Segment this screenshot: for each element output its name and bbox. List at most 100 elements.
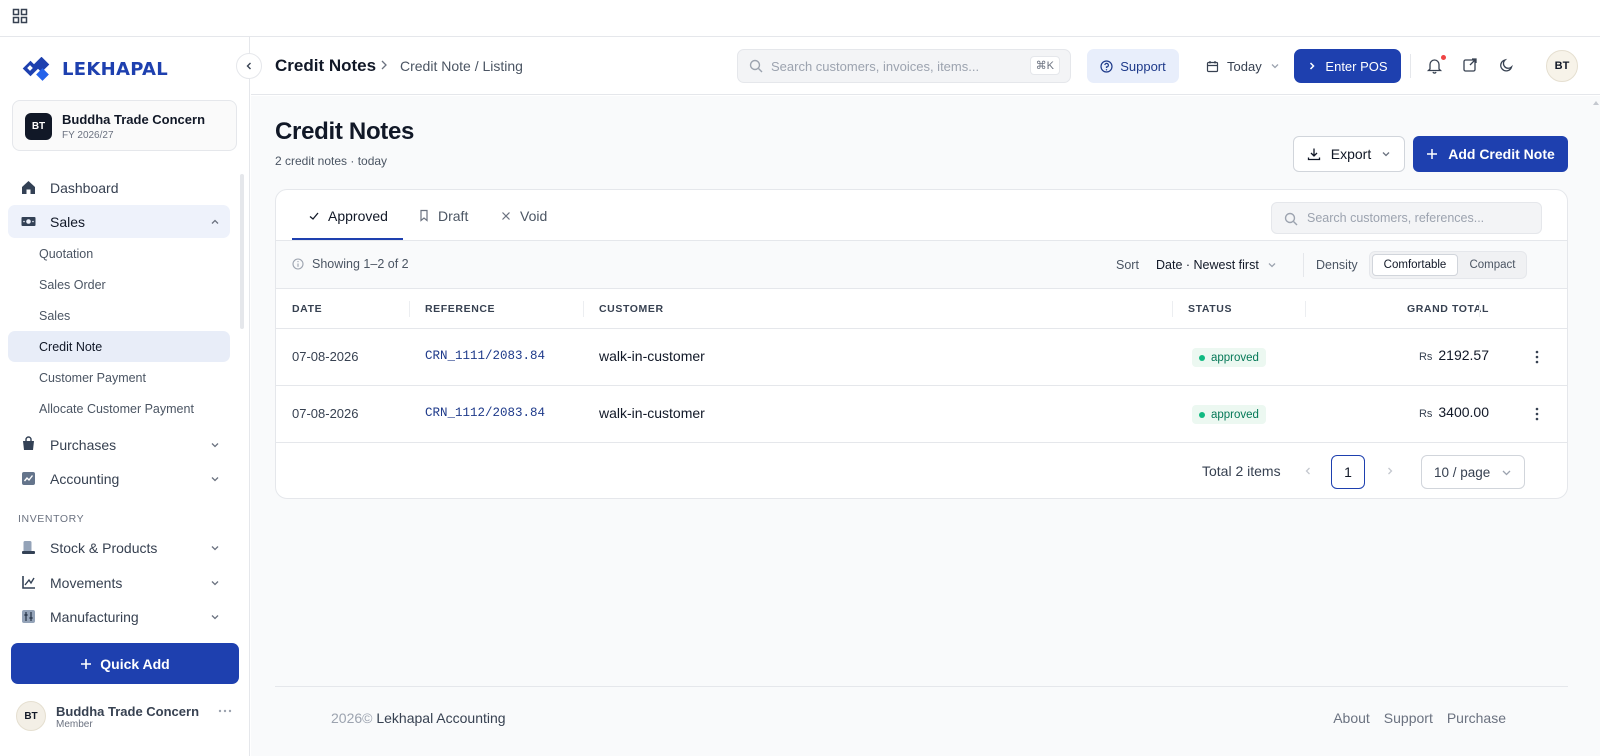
cell-grand-total: Rs 2192.57 [1419,347,1489,363]
more-horizontal-icon[interactable] [218,709,232,713]
sidebar-subitem-sales-order[interactable]: Sales Order [8,269,230,300]
calendar-icon [1206,60,1219,73]
table-toolbar: Showing 1–2 of 2 Sort Date · Newest firs… [276,241,1567,289]
chevron-down-icon [210,578,220,588]
footer-link-purchase[interactable]: Purchase [1447,710,1506,726]
footer-link-support[interactable]: Support [1384,710,1433,726]
top-strip [0,0,1600,37]
apps-grid-icon[interactable] [12,8,28,24]
sidebar-item-movements[interactable]: Movements [8,566,230,599]
credit-notes-card: Approved Draft Void Search customers, re… [275,189,1568,499]
sidebar-scrollbar[interactable] [240,174,244,329]
export-button[interactable]: Export [1293,136,1405,172]
breadcrumb-chevron-icon [379,59,389,71]
sort-dropdown[interactable]: Date · Newest first [1156,258,1277,272]
table-row[interactable]: 07-08-2026 CRN_1111/2083.84 walk-in-cust… [276,329,1567,386]
status-text: approved [1211,351,1259,364]
footer-link-about[interactable]: About [1333,710,1370,726]
date-filter-dropdown[interactable]: Today [1206,49,1280,83]
org-name: Buddha Trade Concern [62,112,206,127]
pagination: Total 2 items 1 10 / page [276,443,1567,498]
user-avatar-header[interactable]: BT [1546,50,1578,82]
x-icon [500,210,512,222]
cell-date: 07-08-2026 [292,349,359,364]
sidebar-subitem-credit-note[interactable]: Credit Note [8,331,230,362]
quick-add-button[interactable]: Quick Add [11,643,239,684]
chevron-left-icon [244,61,254,71]
sidebar-item-label: Dashboard [50,179,119,196]
export-label: Export [1330,146,1372,162]
check-icon [308,210,320,222]
purchases-icon [20,436,37,453]
quick-add-label: Quick Add [100,655,170,672]
column-divider [409,301,410,317]
footer-company: Lekhapal Accounting [376,710,506,726]
plus-icon [1426,148,1438,160]
sidebar-item-manufacturing[interactable]: Manufacturing [8,600,230,633]
sidebar-item-label: Manufacturing [50,608,139,625]
more-vertical-icon[interactable] [1535,350,1539,364]
sidebar: LEKHAPAL BT Buddha Trade Concern FY 2026… [0,37,250,756]
user-avatar[interactable]: BT [16,701,46,731]
sidebar-subitem-sales[interactable]: Sales [8,300,230,331]
footer-links: About Support Purchase [1333,710,1506,726]
sidebar-collapse-button[interactable] [236,53,262,79]
sidebar-item-dashboard[interactable]: Dashboard [8,171,230,204]
sort-value: Date · Newest first [1156,258,1259,272]
tab-void[interactable]: Void [500,190,547,241]
chevron-up-icon [210,217,220,227]
pagination-page-button[interactable]: 1 [1331,455,1365,489]
sidebar-item-accounting[interactable]: Accounting [8,462,230,495]
sidebar-item-sales[interactable]: Sales [8,205,230,238]
table-search-input[interactable]: Search customers, references... [1271,202,1542,234]
enter-pos-button[interactable]: Enter POS [1294,49,1401,83]
cell-date: 07-08-2026 [292,406,359,421]
sidebar-subitem-label: Sales Order [39,277,106,292]
amount-value: 3400.00 [1438,404,1489,420]
brand-logo[interactable]: LEKHAPAL [22,57,168,81]
sidebar-subitem-label: Quotation [39,246,94,261]
external-link-icon[interactable] [1462,57,1478,73]
cell-reference-link[interactable]: CRN_1112/2083.84 [425,406,545,420]
sidebar-subitem-customer-payment[interactable]: Customer Payment [8,362,230,393]
add-credit-note-button[interactable]: Add Credit Note [1413,136,1568,172]
support-button[interactable]: Support [1087,49,1179,83]
amount-value: 2192.57 [1438,347,1489,363]
main-scrollbar[interactable] [1592,96,1600,756]
page-title: Credit Notes [275,118,415,145]
chevron-right-icon[interactable] [1385,466,1395,476]
density-toggle: Comfortable Compact [1369,251,1527,279]
column-header-date[interactable]: DATE [292,303,322,315]
sidebar-item-purchases[interactable]: Purchases [8,428,230,461]
sidebar-item-stock-products[interactable]: Stock & Products [8,531,230,564]
more-vertical-icon[interactable] [1535,407,1539,421]
footer-copyright: 2026© Lekhapal Accounting [331,710,506,726]
sidebar-item-label: Movements [50,574,123,591]
column-header-status[interactable]: STATUS [1188,303,1232,315]
stock-icon [20,539,37,556]
sidebar-subitem-quotation[interactable]: Quotation [8,238,230,269]
status-dot [1199,354,1205,361]
page-size-select[interactable]: 10 / page [1421,455,1525,489]
global-search-input[interactable]: Search customers, invoices, items... ⌘K [737,49,1071,83]
sidebar-subitem-label: Sales [39,308,71,323]
tab-approved[interactable]: Approved [308,190,388,241]
column-header-reference[interactable]: REFERENCE [425,303,495,315]
tab-draft[interactable]: Draft [418,190,468,241]
chevron-left-icon[interactable] [1303,466,1313,476]
column-header-grand-total[interactable]: GRAND TOTAL [1407,303,1489,315]
org-switcher[interactable]: BT Buddha Trade Concern FY 2026/27 [12,100,237,151]
breadcrumb[interactable]: Credit Note / Listing [400,58,523,74]
bell-icon[interactable] [1426,57,1443,74]
sidebar-subitem-allocate-customer-payment[interactable]: Allocate Customer Payment [8,393,230,424]
tab-label: Void [520,207,548,224]
download-icon [1307,147,1321,161]
org-avatar: BT [25,113,52,140]
density-compact[interactable]: Compact [1460,254,1525,276]
table-row[interactable]: 07-08-2026 CRN_1112/2083.84 walk-in-cust… [276,386,1567,443]
column-header-customer[interactable]: CUSTOMER [599,303,664,315]
cell-reference-link[interactable]: CRN_1111/2083.84 [425,349,545,363]
moon-icon[interactable] [1499,57,1515,73]
density-comfortable[interactable]: Comfortable [1372,254,1458,276]
main-content: Credit Notes 2 credit notes · today Expo… [251,96,1600,756]
